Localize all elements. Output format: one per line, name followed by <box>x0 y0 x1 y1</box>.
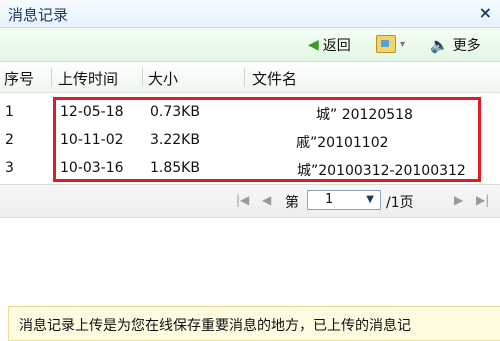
chevron-down-icon: ▼ <box>366 194 374 205</box>
header-index[interactable]: 序号 <box>4 68 34 89</box>
page-suffix: /1页 <box>386 195 414 211</box>
toolbar: ◀ 返回 ▾ 🔈 更多 <box>0 28 500 62</box>
last-page-icon[interactable]: ▶| <box>476 193 489 207</box>
page-select-value: 1 <box>325 192 334 207</box>
first-page-icon[interactable]: |◀ <box>236 193 249 207</box>
column-divider[interactable] <box>142 68 143 86</box>
row-size: 1.85KB <box>150 160 200 176</box>
close-icon[interactable]: × <box>479 3 492 22</box>
table-row[interactable]: 2 10-11-02 3.22KB 戚”20101102 <box>0 128 500 155</box>
row-file-name: 城” 20120518 <box>316 107 413 123</box>
row-index: 3 <box>5 160 14 176</box>
row-date: 10-11-02 <box>60 132 124 148</box>
row-index: 2 <box>5 132 14 148</box>
header-file-name[interactable]: 文件名 <box>252 68 297 89</box>
column-divider[interactable] <box>244 68 245 86</box>
next-page-icon[interactable]: ▶ <box>454 193 463 207</box>
header-upload-time[interactable]: 上传时间 <box>58 68 118 89</box>
chevron-down-icon: ▾ <box>400 38 406 50</box>
page-prefix: 第 <box>285 195 299 211</box>
back-label: 返回 <box>322 38 351 54</box>
table-row[interactable]: 1 12-05-18 0.73KB 城” 20120518 <box>0 100 500 127</box>
window-title: 消息记录 <box>8 6 69 24</box>
notice-text: 消息记录上传是为您在线保存重要消息的地方，已上传的消息记 <box>19 318 411 334</box>
title-bar: 消息记录 × <box>0 0 500 28</box>
info-notice: 消息记录上传是为您在线保存重要消息的地方，已上传的消息记 <box>8 306 500 341</box>
page-select[interactable]: 1 ▼ <box>307 190 381 210</box>
upload-button[interactable]: ▾ <box>376 35 405 53</box>
row-file-name: 城”20100312-20100312 <box>297 163 466 179</box>
row-size: 3.22KB <box>150 132 200 148</box>
row-date: 12-05-18 <box>60 104 124 120</box>
header-size[interactable]: 大小 <box>148 68 178 89</box>
row-size: 0.73KB <box>150 104 200 120</box>
table-row[interactable]: 3 10-03-16 1.85KB 城”20100312-20100312 <box>0 156 500 183</box>
more-button[interactable]: 🔈 更多 <box>430 35 481 55</box>
row-date: 10-03-16 <box>60 160 124 176</box>
row-file-name: 戚”20101102 <box>296 135 389 151</box>
table-header: 序号 上传时间 大小 文件名 <box>0 62 500 93</box>
back-arrow-icon: ◀ <box>308 37 319 53</box>
column-divider[interactable] <box>51 68 52 86</box>
back-button[interactable]: ◀ 返回 <box>308 35 351 55</box>
upload-icon <box>376 35 396 53</box>
speaker-icon: 🔈 <box>430 36 449 54</box>
more-label: 更多 <box>452 38 481 54</box>
prev-page-icon[interactable]: ◀ <box>262 193 271 207</box>
row-index: 1 <box>5 104 14 120</box>
pagination-bar: |◀ ◀ 第 1 ▼ /1页 ▶ ▶| <box>0 184 500 218</box>
